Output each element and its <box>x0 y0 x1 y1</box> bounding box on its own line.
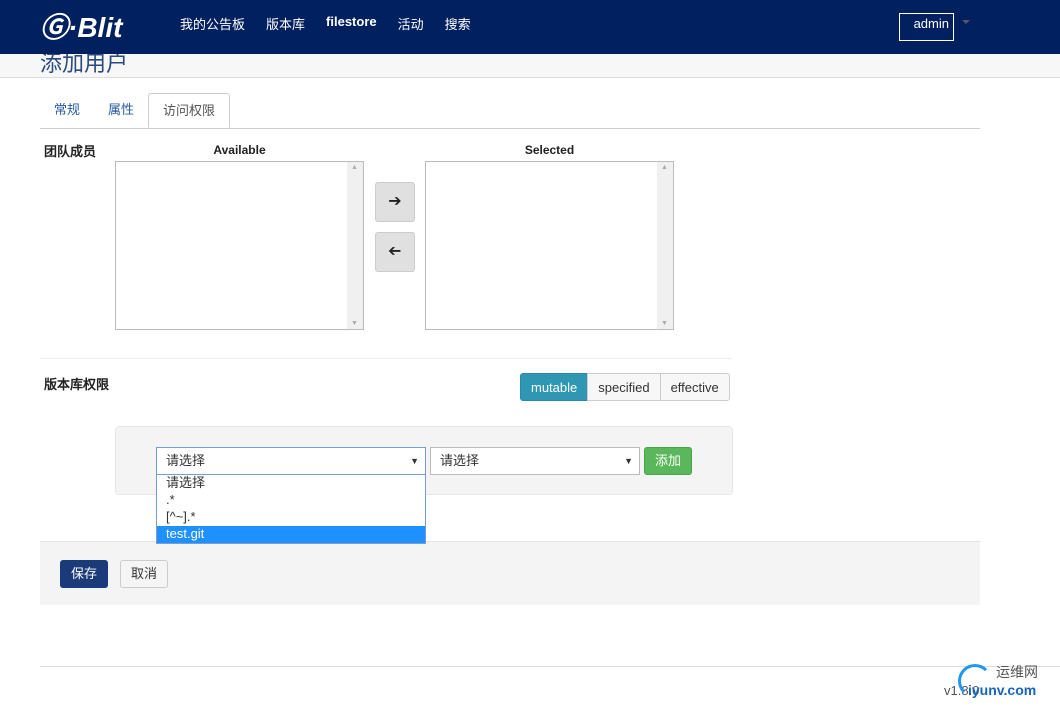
selected-list[interactable] <box>425 161 674 330</box>
nav-filestore[interactable]: filestore <box>326 14 377 33</box>
available-header: Available <box>213 143 266 157</box>
navbar: Ⓖ·Blit 我的公告板 版本库 filestore 活动 搜索 admin <box>0 0 1060 54</box>
select-value: 请选择 <box>166 453 206 468</box>
add-member-button[interactable]: ➔ <box>375 182 415 222</box>
permission-select[interactable]: 请选择 ▼ <box>430 447 640 475</box>
scrollbar[interactable] <box>657 162 673 329</box>
dropdown-arrow-icon: ▼ <box>410 456 419 466</box>
tab-attributes[interactable]: 属性 <box>94 93 148 128</box>
divider <box>40 358 732 359</box>
nav-repositories[interactable]: 版本库 <box>266 14 305 33</box>
watermark-ring-icon <box>958 664 992 698</box>
save-button[interactable]: 保存 <box>60 560 108 588</box>
scrollbar[interactable] <box>347 162 363 329</box>
repo-permissions-label: 版本库权限 <box>44 377 110 392</box>
divider <box>40 666 1060 667</box>
arrow-left-icon: ➔ <box>388 243 402 260</box>
selected-header: Selected <box>524 143 575 157</box>
team-members-label: 团队成员 <box>44 144 97 159</box>
nav-search[interactable]: 搜索 <box>445 14 471 33</box>
dropdown-arrow-icon: ▼ <box>624 456 633 466</box>
page-header: 添加用户 <box>0 54 1060 78</box>
add-permission-button[interactable]: 添加 <box>644 447 692 475</box>
user-avatar[interactable]: admin <box>899 13 954 41</box>
chevron-down-icon[interactable] <box>962 20 970 24</box>
dropdown-option[interactable]: 请选择 <box>157 475 425 492</box>
select-value: 请选择 <box>440 453 480 468</box>
remove-member-button[interactable]: ➔ <box>375 232 415 272</box>
available-list[interactable] <box>115 161 364 330</box>
mode-mutable[interactable]: mutable <box>520 373 589 401</box>
dropdown-option[interactable]: .* <box>157 492 425 509</box>
form-actions: 保存 取消 <box>40 541 980 605</box>
mode-effective[interactable]: effective <box>659 373 730 401</box>
tab-permissions[interactable]: 访问权限 <box>148 93 231 128</box>
arrow-right-icon: ➔ <box>388 193 402 210</box>
repository-dropdown: 请选择 .* [^~].* test.git <box>156 475 426 544</box>
dropdown-option[interactable]: test.git <box>157 526 425 543</box>
tab-bar: 常规 属性 访问权限 <box>40 93 980 129</box>
page-title: 添加用户 <box>40 54 129 76</box>
watermark-logo: 运维网 iyunv.com <box>958 662 1038 698</box>
repository-select[interactable]: 请选择 ▼ <box>156 447 426 475</box>
logo[interactable]: Ⓖ·Blit <box>40 6 122 46</box>
nav-dashboard[interactable]: 我的公告板 <box>180 14 245 33</box>
nav-activity[interactable]: 活动 <box>398 14 424 33</box>
tab-general[interactable]: 常规 <box>40 93 94 128</box>
mode-specified[interactable]: specified <box>587 373 661 401</box>
dropdown-option[interactable]: [^~].* <box>157 509 425 526</box>
cancel-button[interactable]: 取消 <box>120 560 168 588</box>
permission-mode-group: mutable specified effective <box>520 373 730 401</box>
